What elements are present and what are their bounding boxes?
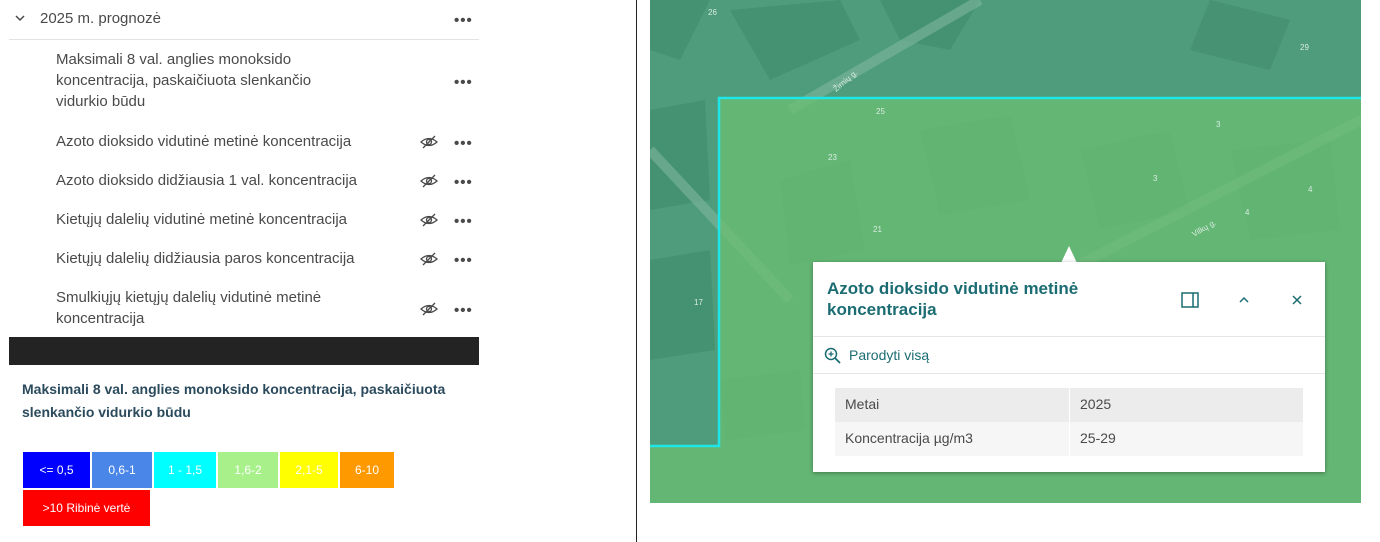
parcel-number: 25 — [876, 107, 885, 116]
parcel-number: 4 — [1308, 185, 1313, 194]
eye-off-icon[interactable] — [419, 212, 439, 228]
chevron-up-icon[interactable] — [1234, 290, 1254, 310]
zoom-to-button[interactable]: Parodyti visą — [849, 347, 929, 363]
eye-off-icon[interactable] — [419, 251, 439, 267]
parcel-number: 3 — [1153, 174, 1158, 183]
layer-1-ellipsis-icon[interactable]: ••• — [454, 136, 473, 151]
popup-pointer — [1061, 246, 1077, 263]
column-divider — [1069, 422, 1070, 456]
parcel-number: 23 — [828, 153, 837, 162]
attribute-key: Koncentracija µg/m3 — [845, 430, 973, 446]
legend-swatch: >10 Ribinė vertė — [23, 490, 150, 526]
layer-item-no2-max1h[interactable]: Azoto dioksido didžiausia 1 val. koncent… — [56, 170, 396, 191]
panel-divider — [636, 0, 637, 542]
popup-divider — [813, 373, 1325, 374]
close-icon[interactable] — [1287, 290, 1307, 310]
table-row: Koncentracija µg/m3 25-29 — [835, 422, 1303, 456]
layer-0-ellipsis-icon[interactable]: ••• — [454, 75, 473, 90]
parcel-number: 21 — [873, 225, 882, 234]
layer-group-header[interactable]: 2025 m. prognozė ••• — [9, 0, 479, 40]
layer-4-ellipsis-icon[interactable]: ••• — [454, 253, 473, 268]
layer-5-ellipsis-icon[interactable]: ••• — [454, 303, 473, 318]
group-ellipsis-icon[interactable]: ••• — [454, 13, 473, 28]
parcel-number: 26 — [708, 8, 717, 17]
layer-list-panel: 2025 m. prognozė ••• Maksimali 8 val. an… — [9, 0, 479, 337]
layer-item-no2-annual[interactable]: Azoto dioksido vidutinė metinė koncentra… — [56, 131, 396, 152]
eye-off-icon[interactable] — [419, 134, 439, 150]
feature-popup: Azoto dioksido vidutinė metinė koncentra… — [813, 262, 1325, 472]
layer-item-pm10-annual[interactable]: Kietųjų dalelių vidutinė metinė koncentr… — [56, 209, 396, 230]
layer-item-pm25-annual[interactable]: Smulkiųjų kietųjų dalelių vidutinė metin… — [56, 287, 356, 329]
legend-swatch: 1,6-2 — [218, 452, 278, 488]
attribute-key: Metai — [845, 396, 880, 412]
layer-group-title: 2025 m. prognozė — [40, 10, 161, 27]
chevron-down-icon[interactable] — [13, 11, 27, 25]
eye-off-icon[interactable] — [419, 301, 439, 317]
parcel-number: 4 — [1245, 208, 1250, 217]
layer-item-co-max8h[interactable]: Maksimali 8 val. anglies monoksido konce… — [56, 49, 356, 112]
table-row: Metai 2025 — [835, 388, 1303, 422]
legend-title: Maksimali 8 val. anglies monoksido konce… — [22, 381, 446, 420]
popup-divider — [813, 336, 1325, 337]
dock-icon[interactable] — [1180, 290, 1200, 310]
parcel-number: 3 — [1216, 120, 1221, 129]
layer-3-ellipsis-icon[interactable]: ••• — [454, 214, 473, 229]
attribute-value: 2025 — [1080, 396, 1112, 412]
legend-swatch: 2,1-5 — [280, 452, 338, 488]
parcel-number: 17 — [694, 298, 703, 307]
eye-off-icon[interactable] — [419, 173, 439, 189]
legend-swatch: <= 0,5 — [23, 452, 90, 488]
zoom-in-icon[interactable] — [823, 346, 843, 366]
column-divider — [1069, 388, 1070, 422]
parcel-number: 29 — [1300, 43, 1309, 52]
black-separator-bar — [9, 337, 479, 365]
attribute-table: Metai 2025 Koncentracija µg/m3 25-29 — [835, 388, 1303, 456]
layer-item-pm10-daily[interactable]: Kietųjų dalelių didžiausia paros koncent… — [56, 248, 396, 269]
legend-swatch: 6-10 — [340, 452, 394, 488]
popup-title: Azoto dioksido vidutinė metinė koncentra… — [827, 279, 1079, 319]
attribute-value: 25-29 — [1080, 430, 1116, 446]
legend-swatch: 1 - 1,5 — [154, 452, 216, 488]
legend-swatch: 0,6-1 — [92, 452, 152, 488]
layer-2-ellipsis-icon[interactable]: ••• — [454, 175, 473, 190]
